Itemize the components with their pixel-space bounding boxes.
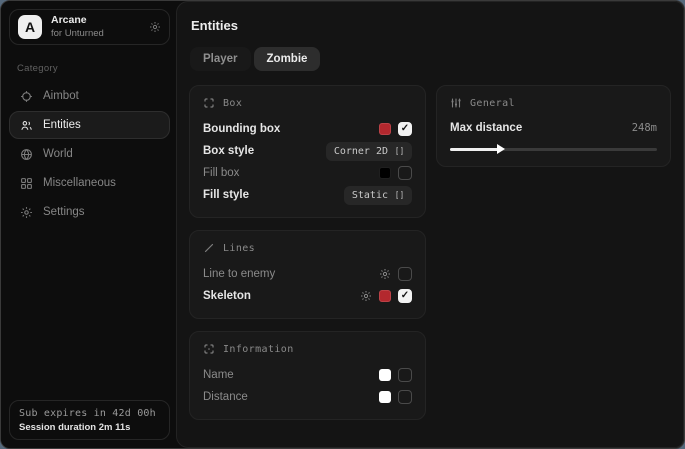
slider-thumb[interactable] <box>497 144 505 154</box>
sliders-icon <box>450 97 462 109</box>
gear-icon[interactable] <box>149 21 161 33</box>
panel-general: General Max distance 248m <box>436 85 671 167</box>
panel-lines-header: Lines <box>203 240 412 256</box>
checkmark-icon: ✓ <box>401 291 409 301</box>
gear-icon <box>20 206 33 219</box>
panel-general-header: General <box>450 95 657 111</box>
tab-player[interactable]: Player <box>190 47 251 71</box>
row-label: Line to enemy <box>203 268 379 280</box>
sidebar-item-miscellaneous[interactable]: Miscellaneous <box>9 169 170 197</box>
color-swatch[interactable] <box>379 369 391 381</box>
sidebar-nav: Aimbot Entities <box>9 82 170 226</box>
column-right: General Max distance 248m <box>436 85 671 167</box>
row-label: Skeleton <box>203 290 360 302</box>
row-skeleton: Skeleton ✓ <box>203 285 412 307</box>
sub-expires-text: Sub expires in 42d 00h <box>19 408 160 419</box>
sidebar-item-aimbot[interactable]: Aimbot <box>9 82 170 110</box>
panel-title: Box <box>223 98 242 109</box>
app-logo: A <box>18 15 42 39</box>
row-fill-box: Fill box <box>203 162 412 184</box>
box-style-dropdown[interactable]: Corner 2D <box>326 142 412 161</box>
panel-columns: Box Bounding box ✓ Box style <box>189 85 671 420</box>
color-swatch[interactable] <box>379 167 391 179</box>
row-label: Distance <box>203 391 379 403</box>
column-left: Box Bounding box ✓ Box style <box>189 85 426 420</box>
sidebar-item-label: World <box>43 148 73 160</box>
row-label: Name <box>203 369 379 381</box>
checkbox[interactable]: ✓ <box>398 289 412 303</box>
sidebar-item-label: Miscellaneous <box>43 177 116 189</box>
row-box-style: Box style Corner 2D <box>203 140 412 162</box>
panel-title: Information <box>223 344 294 355</box>
crosshair-icon <box>20 90 33 103</box>
row-label: Bounding box <box>203 123 379 135</box>
panel-lines: Lines Line to enemy <box>189 230 426 319</box>
box-corners-icon <box>203 97 215 109</box>
app-subtitle: for Unturned <box>51 29 140 39</box>
tab-zombie[interactable]: Zombie <box>254 47 321 71</box>
panel-information: Information Name Distance <box>189 331 426 420</box>
select-brackets-icon <box>395 190 404 200</box>
color-swatch[interactable] <box>379 391 391 403</box>
subscription-box: Sub expires in 42d 00h Session duration … <box>9 400 170 440</box>
checkbox[interactable] <box>398 368 412 382</box>
row-name: Name <box>203 364 412 386</box>
row-label: Max distance <box>450 122 632 134</box>
session-duration-text: Session duration 2m 11s <box>19 422 160 433</box>
max-distance-slider[interactable] <box>450 143 657 155</box>
panel-title: General <box>470 98 515 109</box>
sidebar: A Arcane for Unturned Category <box>1 1 176 448</box>
panel-information-header: Information <box>203 341 412 357</box>
color-swatch[interactable] <box>379 123 391 135</box>
color-swatch[interactable] <box>379 290 391 302</box>
row-bounding-box: Bounding box ✓ <box>203 118 412 140</box>
row-max-distance: Max distance 248m <box>450 118 657 138</box>
checkbox[interactable] <box>398 390 412 404</box>
gear-icon[interactable] <box>379 268 391 280</box>
slider-fill <box>450 148 502 151</box>
grid-icon <box>20 177 33 190</box>
panel-box: Box Bounding box ✓ Box style <box>189 85 426 218</box>
fill-style-dropdown[interactable]: Static <box>344 186 412 205</box>
app-name: Arcane <box>51 15 140 27</box>
checkbox[interactable] <box>398 166 412 180</box>
logo-card: A Arcane for Unturned <box>9 9 170 45</box>
sidebar-spacer <box>9 226 170 400</box>
sidebar-item-label: Entities <box>43 119 81 131</box>
main-content: Entities Player Zombie Box <box>176 1 684 448</box>
sidebar-item-label: Aimbot <box>43 90 79 102</box>
select-brackets-icon <box>395 146 404 156</box>
sidebar-item-settings[interactable]: Settings <box>9 198 170 226</box>
checkbox[interactable] <box>398 267 412 281</box>
checkbox[interactable]: ✓ <box>398 122 412 136</box>
row-label: Fill box <box>203 167 379 179</box>
row-line-to-enemy: Line to enemy <box>203 263 412 285</box>
sidebar-item-entities[interactable]: Entities <box>9 111 170 139</box>
slider-value: 248m <box>632 122 657 134</box>
row-distance: Distance <box>203 386 412 408</box>
row-label: Box style <box>203 145 326 157</box>
row-label: Fill style <box>203 189 344 201</box>
dropdown-value: Static <box>352 190 388 201</box>
entities-icon <box>20 119 33 132</box>
sidebar-item-world[interactable]: World <box>9 140 170 168</box>
dropdown-value: Corner 2D <box>334 146 388 157</box>
app-window: A Arcane for Unturned Category <box>0 0 685 449</box>
page-title: Entities <box>191 18 671 33</box>
gear-icon[interactable] <box>360 290 372 302</box>
globe-icon <box>20 148 33 161</box>
logo-text: Arcane for Unturned <box>51 15 140 39</box>
panel-title: Lines <box>223 243 255 254</box>
panel-box-header: Box <box>203 95 412 111</box>
scan-icon <box>203 343 215 355</box>
checkmark-icon: ✓ <box>401 124 409 134</box>
diagonal-line-icon <box>203 242 215 254</box>
category-label: Category <box>17 63 170 74</box>
sidebar-item-label: Settings <box>43 206 85 218</box>
tab-bar: Player Zombie <box>190 47 671 71</box>
row-fill-style: Fill style Static <box>203 184 412 206</box>
